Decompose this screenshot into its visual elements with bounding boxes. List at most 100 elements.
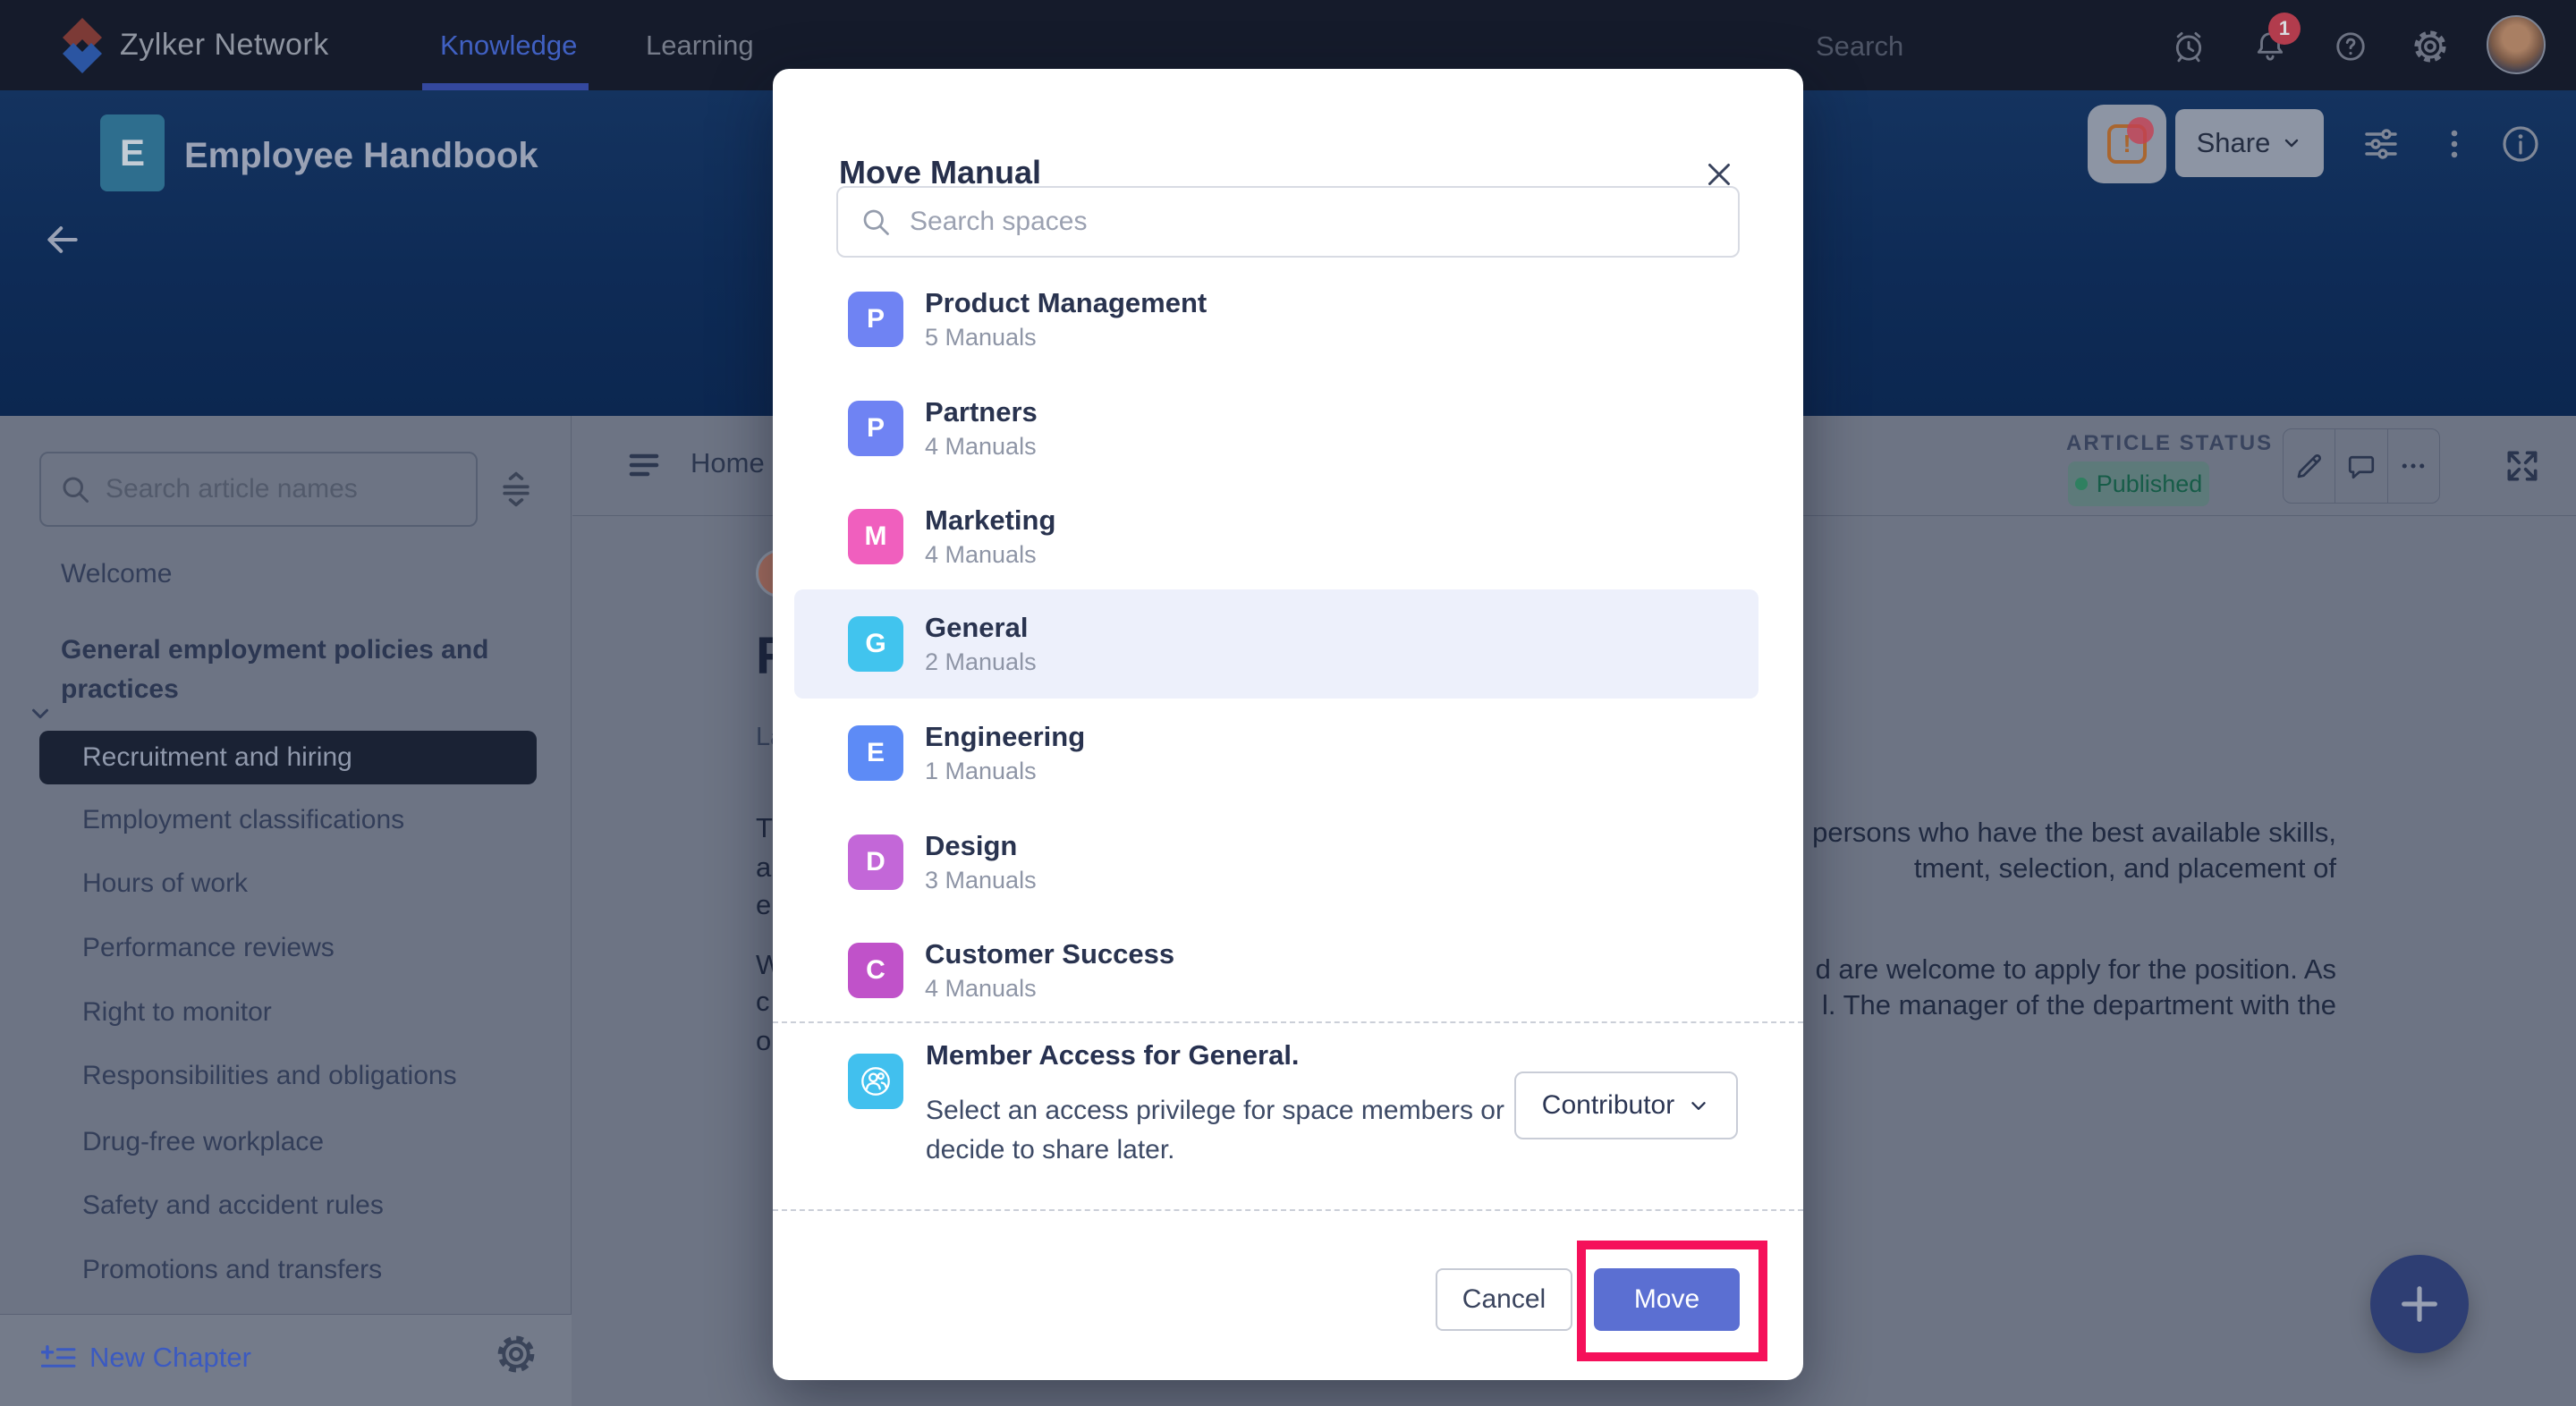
breadcrumb-home[interactable]: Home <box>691 447 765 479</box>
expand-fullscreen-icon[interactable] <box>2503 446 2542 486</box>
user-avatar[interactable] <box>2487 15 2546 74</box>
sidebar-item-general-employment[interactable]: General employment policies and practice… <box>61 631 508 709</box>
comments-icon[interactable] <box>2334 429 2386 503</box>
space-initial-icon: M <box>848 509 903 564</box>
cancel-button[interactable]: Cancel <box>1436 1268 1572 1331</box>
sidebar-item-right-to-monitor[interactable]: Right to monitor <box>82 997 272 1028</box>
body-edge-fragment: a <box>756 851 771 884</box>
space-initial-icon: E <box>848 725 903 781</box>
privilege-dropdown[interactable]: Contributor <box>1514 1071 1738 1139</box>
sort-articles-icon[interactable] <box>496 470 536 509</box>
active-tab-underline <box>422 83 589 90</box>
more-options-kebab-icon[interactable] <box>2435 124 2474 164</box>
space-row-product-management[interactable]: P Product Management 5 Manuals <box>794 265 1758 374</box>
article-body-line: l. The manager of the department with th… <box>1822 989 2336 1021</box>
sidebar-item-responsibilities[interactable]: Responsibilities and obligations <box>82 1061 457 1091</box>
activity-clock-icon[interactable] <box>2172 30 2206 64</box>
exclamation-icon: ! <box>2107 124 2147 164</box>
move-manual-dialog: Move Manual Search spaces P Product Mana… <box>773 69 1803 1380</box>
tab-knowledge[interactable]: Knowledge <box>440 30 577 62</box>
global-search-input[interactable]: Search <box>1816 30 1903 63</box>
share-label: Share <box>2197 127 2271 159</box>
sidebar-item-promotions-transfers[interactable]: Promotions and transfers <box>82 1255 382 1285</box>
new-chapter-label: New Chapter <box>89 1342 251 1374</box>
article-search-placeholder: Search article names <box>106 474 358 504</box>
article-search-input[interactable]: Search article names <box>39 452 478 527</box>
notification-count-badge: 1 <box>2268 13 2301 45</box>
space-name: Partners <box>925 395 1038 429</box>
space-manual-count: 2 Manuals <box>925 647 1037 677</box>
add-article-fab[interactable] <box>2370 1255 2469 1353</box>
member-access-title: Member Access for General. <box>926 1039 1300 1071</box>
chevron-down-icon <box>2281 132 2302 154</box>
space-manual-count: 3 Manuals <box>925 865 1037 895</box>
manual-initial-icon: E <box>100 114 165 191</box>
zylker-logo-icon <box>54 16 111 75</box>
space-manual-count: 4 Manuals <box>925 431 1038 462</box>
dashed-divider <box>773 1021 1803 1023</box>
space-name: General <box>925 611 1037 645</box>
toc-hamburger-icon[interactable] <box>624 444 667 487</box>
article-actions-group <box>2283 428 2440 504</box>
announcement-alert-button[interactable]: ! <box>2088 105 2166 183</box>
space-search-input[interactable]: Search spaces <box>836 186 1740 258</box>
sidebar-footer: New Chapter <box>0 1314 572 1406</box>
tab-learning[interactable]: Learning <box>646 30 754 62</box>
space-row-customer-success[interactable]: C Customer Success 4 Manuals <box>794 916 1758 1025</box>
space-initial-icon: P <box>848 292 903 347</box>
space-manual-count: 5 Manuals <box>925 322 1207 352</box>
help-icon[interactable] <box>2334 30 2368 64</box>
status-badge: Published <box>2068 462 2209 506</box>
sidebar-item-drug-free-workplace[interactable]: Drug-free workplace <box>82 1127 324 1157</box>
settings-gear-icon[interactable] <box>2413 30 2447 64</box>
published-dot-icon <box>2075 478 2088 490</box>
space-name: Marketing <box>925 504 1055 538</box>
member-access-target-space: General. <box>1188 1039 1299 1071</box>
sidebar-item-employment-classifications[interactable]: Employment classifications <box>82 805 404 835</box>
space-row-marketing[interactable]: M Marketing 4 Manuals <box>794 482 1758 591</box>
space-name: Product Management <box>925 286 1207 320</box>
body-edge-fragment: e <box>756 889 771 921</box>
space-manual-count: 4 Manuals <box>925 973 1174 1004</box>
space-name: Design <box>925 829 1037 863</box>
space-row-partners[interactable]: P Partners 4 Manuals <box>794 374 1758 483</box>
space-initial-icon: C <box>848 943 903 998</box>
member-access-desc-line2: decide to share later. <box>926 1135 1175 1165</box>
member-access-icon <box>848 1054 903 1109</box>
member-access-desc-line1: Select an access privilege for space mem… <box>926 1096 1504 1126</box>
brand-name: Zylker Network <box>120 28 329 63</box>
space-search-placeholder: Search spaces <box>910 207 1087 237</box>
sidebar-item-performance-reviews[interactable]: Performance reviews <box>82 933 335 963</box>
article-sidebar: Search article names Welcome General emp… <box>0 416 572 1406</box>
share-button[interactable]: Share <box>2175 109 2324 177</box>
sidebar-item-hours-of-work[interactable]: Hours of work <box>82 868 248 899</box>
search-icon <box>59 473 91 505</box>
back-arrow-icon[interactable] <box>43 220 82 259</box>
privilege-selected-value: Contributor <box>1542 1090 1674 1121</box>
article-status-label: ARTICLE STATUS <box>2066 431 2273 456</box>
plus-icon <box>2396 1281 2443 1327</box>
space-manual-count: 4 Manuals <box>925 539 1055 570</box>
space-name: Customer Success <box>925 937 1174 971</box>
edit-pencil-icon[interactable] <box>2284 429 2334 503</box>
sidebar-item-recruitment-selected[interactable]: Recruitment and hiring <box>39 731 537 784</box>
space-row-design[interactable]: D Design 3 Manuals <box>794 808 1758 917</box>
sidebar-settings-gear-icon[interactable] <box>496 1334 536 1374</box>
body-edge-fragment: o <box>756 1025 771 1057</box>
chevron-down-icon <box>1687 1094 1710 1117</box>
move-button[interactable]: Move <box>1594 1268 1740 1331</box>
chapter-collapse-chevron-icon[interactable] <box>27 700 54 727</box>
space-initial-icon: D <box>848 834 903 890</box>
article-body-line: th persons who have the best available s… <box>1782 817 2336 849</box>
add-chapter-icon <box>41 1343 77 1372</box>
space-row-engineering[interactable]: E Engineering 1 Manuals <box>794 699 1758 808</box>
manual-title: Employee Handbook <box>184 136 538 176</box>
sidebar-item-safety-accident-rules[interactable]: Safety and accident rules <box>82 1190 384 1221</box>
info-icon[interactable] <box>2499 123 2542 165</box>
new-chapter-button[interactable]: New Chapter <box>41 1342 251 1374</box>
search-icon <box>860 206 892 238</box>
space-row-general-selected[interactable]: G General 2 Manuals <box>794 589 1758 699</box>
more-actions-ellipsis-icon[interactable] <box>2387 429 2439 503</box>
sidebar-item-welcome[interactable]: Welcome <box>61 559 172 589</box>
display-settings-icon[interactable] <box>2360 123 2402 165</box>
